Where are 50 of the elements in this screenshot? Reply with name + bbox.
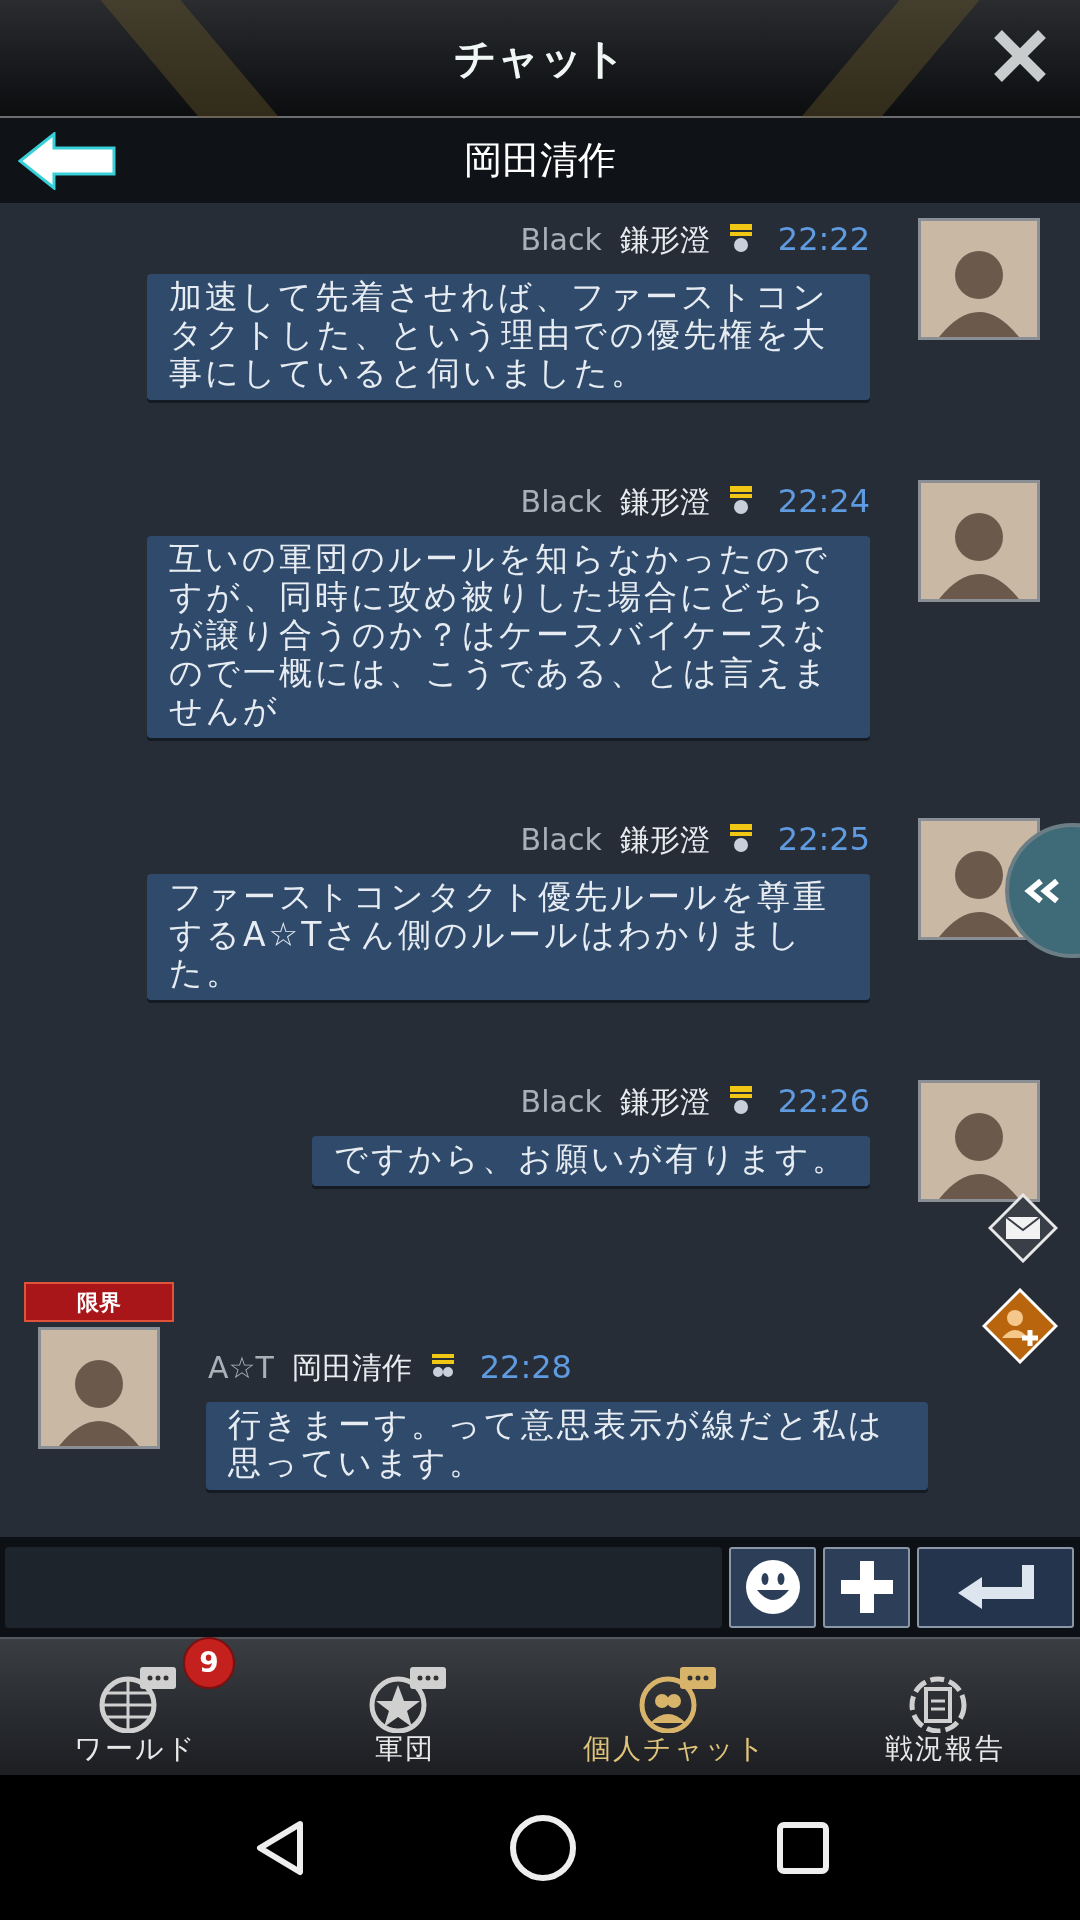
sender-name[interactable]: 鎌形澄 [619,216,710,262]
message-bubble: 互いの軍団のルールを知らなかったのですが、同時に攻め被りした場合にどちらが譲り合うのか？はケースバイケースなので一概には、こうである、とは言えませんが [147,536,870,738]
plus-icon [838,1559,895,1615]
emoji-button[interactable] [729,1546,816,1628]
rank-insignia-icon [727,1086,754,1116]
sender-tag: Black [520,478,602,524]
rank-insignia-icon [727,486,754,516]
nav-recents-button[interactable] [776,1820,831,1875]
message-bubble: ですから、お願いが有ります。 [312,1136,870,1186]
window-title: チャット [454,32,626,85]
rank-insignia-icon [727,824,754,854]
avatar-photo-placeholder[interactable] [918,480,1040,602]
limit-badge: 限界 [24,1282,174,1322]
home-circle-icon [509,1813,577,1882]
recents-square-icon [776,1820,831,1875]
rank-insignia-icon [727,224,754,254]
sender-name[interactable]: 鎌形澄 [619,478,710,524]
sender-name[interactable]: 鎌形澄 [619,816,710,862]
message-time: 22:25 [777,819,870,860]
tab[interactable]: 軍団 [270,1639,540,1775]
back-button[interactable] [18,132,118,190]
message-bubble: ファーストコンタクト優先ルールを尊重するA☆Tさん側のルールはわかりました。 [147,874,870,1000]
unread-count-badge: 9 [183,1637,235,1689]
tab[interactable]: 個人チャット [540,1639,810,1775]
sender-tag: Black [520,216,602,262]
sender-tag: A☆T [208,1344,274,1390]
message-time: 22:24 [777,481,870,522]
message-time: 22:28 [479,1347,572,1388]
add-button[interactable] [823,1546,910,1628]
add-friend-icon [982,1288,1058,1364]
avatar-photo-placeholder[interactable] [38,1327,160,1449]
back-arrow-icon [18,132,118,190]
add-friend-button[interactable] [982,1288,1058,1364]
avatar-photo-placeholder[interactable] [918,218,1040,340]
send-button[interactable] [917,1546,1074,1628]
message-time: 22:22 [777,219,870,260]
tab[interactable]: 戦況報告 [810,1639,1080,1775]
smiley-icon [743,1558,802,1616]
message-time: 22:26 [777,1081,870,1122]
sender-tag: Black [520,1078,602,1124]
nav-home-button[interactable] [509,1813,577,1882]
avatar-photo-placeholder[interactable] [918,1080,1040,1202]
message-bubble: 行きまーす。って意思表示が線だと私は思っています。 [206,1402,928,1490]
conversation-title: 岡田清作 [464,137,616,184]
sender-tag: Black [520,816,602,862]
message-bubble: 加速して先着させれば、ファーストコンタクトした、という理由での優先権を大事にしていると伺いました。 [147,274,870,400]
sender-name[interactable]: 鎌形澄 [619,1078,710,1124]
tab[interactable]: ワールド 9 [0,1639,270,1775]
message-input[interactable] [5,1546,722,1628]
sender-name[interactable]: 岡田清作 [291,1344,412,1390]
